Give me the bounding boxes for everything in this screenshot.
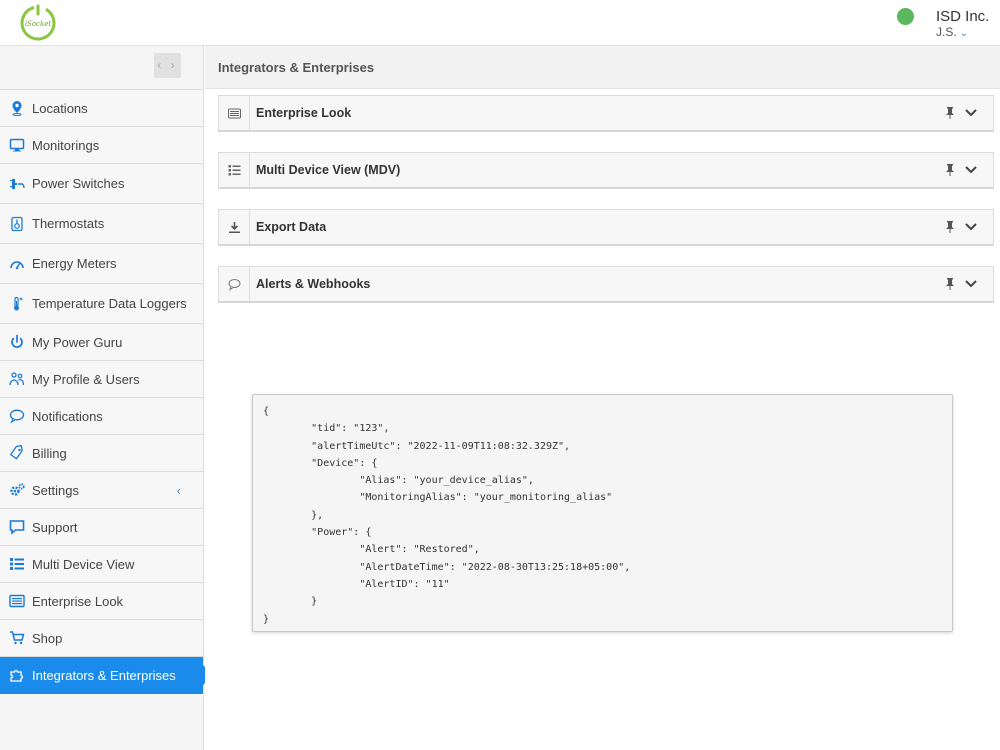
sidebar-item-monitorings[interactable]: Monitorings (0, 127, 203, 164)
panel-title: Alerts & Webhooks (256, 277, 371, 291)
list-icon (219, 153, 250, 187)
monitor-icon (8, 137, 25, 154)
sidebar-collapse-button[interactable]: ‹ › (154, 53, 181, 78)
sidebar-item-notifications[interactable]: Notifications (0, 398, 203, 435)
thermostat-icon (8, 215, 25, 232)
sidebar-item-label: Shop (32, 630, 63, 646)
puzzle-icon (8, 667, 25, 684)
isocket-logo[interactable]: iSocket (19, 4, 57, 42)
sidebar-item-label: Temperature Data Loggers (32, 296, 187, 311)
sidebar-item-label: Notifications (32, 408, 103, 424)
user-menu[interactable]: J.S. ⌄ (936, 25, 968, 39)
panel-title: Export Data (256, 220, 327, 234)
power-icon (8, 334, 25, 351)
panel-enterprise-look[interactable]: Enterprise Look (218, 95, 994, 132)
panel-multi-device-view[interactable]: Multi Device View (MDV) (218, 152, 994, 189)
webhook-json-sample: { "tid": "123", "alertTimeUtc": "2022-11… (252, 394, 953, 632)
sidebar-header: ‹ › (0, 46, 203, 90)
chevron-down-icon[interactable] (964, 221, 978, 233)
sidebar-item-enterprise-look[interactable]: Enterprise Look (0, 583, 203, 620)
chevron-down-icon[interactable] (964, 164, 978, 176)
pin-icon[interactable] (944, 106, 956, 120)
panel-title: Enterprise Look (256, 106, 352, 120)
sidebar: ‹ › Locations Monitorings Power Switches… (0, 46, 213, 750)
sidebar-item-label: My Profile & Users (32, 371, 140, 387)
panel-title: Multi Device View (MDV) (256, 163, 401, 177)
panel-export-data[interactable]: Export Data (218, 209, 994, 246)
pin-icon[interactable] (944, 277, 956, 291)
sidebar-item-label: Settings (32, 482, 79, 498)
pin-icon[interactable] (944, 220, 956, 234)
top-bar: iSocket ISD Inc. J.S. ⌄ (0, 0, 1000, 46)
page-title: Integrators & Enterprises (218, 59, 375, 75)
plug-icon (8, 175, 25, 192)
users-icon (8, 371, 25, 388)
sidebar-item-label: Locations (32, 100, 88, 116)
sidebar-item-my-power-guru[interactable]: My Power Guru (0, 324, 203, 361)
sidebar-item-label: Power Switches (32, 176, 125, 191)
sidebar-item-label: Enterprise Look (32, 593, 124, 609)
chevron-down-icon: ⌄ (959, 28, 969, 39)
sidebar-item-power-switches[interactable]: Power Switches (0, 164, 203, 204)
pin-icon[interactable] (944, 163, 956, 177)
sidebar-item-label: Monitorings (32, 137, 100, 153)
chevron-left-icon[interactable]: ‹ (177, 483, 181, 498)
gears-icon (8, 482, 25, 499)
main-content: Integrators & Enterprises Enterprise Loo… (205, 46, 1000, 750)
sidebar-item-support[interactable]: Support (0, 509, 203, 546)
speech-bubble-icon (219, 267, 250, 301)
cart-icon (8, 630, 25, 647)
sidebar-item-locations[interactable]: Locations (0, 90, 203, 127)
download-icon (219, 210, 250, 244)
sidebar-item-thermostats[interactable]: Thermostats (0, 204, 203, 244)
tag-icon (8, 445, 25, 462)
card-list-icon (8, 593, 25, 610)
chat-icon (8, 519, 25, 536)
sidebar-item-label: My Power Guru (32, 334, 123, 350)
sidebar-item-temperature-data-loggers[interactable]: Temperature Data Loggers (0, 284, 203, 324)
sidebar-item-label: Billing (32, 445, 67, 461)
sidebar-item-billing[interactable]: Billing (0, 435, 203, 472)
sidebar-item-label: Support (32, 519, 78, 535)
speech-bubble-icon (8, 408, 25, 425)
gauge-icon (8, 255, 25, 272)
panel-alerts-webhooks[interactable]: Alerts & Webhooks (218, 266, 994, 303)
thermometer-icon (8, 295, 25, 312)
sidebar-item-settings[interactable]: Settings ‹ (0, 472, 203, 509)
company-name: ISD Inc. (936, 8, 990, 25)
sidebar-item-shop[interactable]: Shop (0, 620, 203, 657)
sidebar-item-label: Thermostats (32, 216, 105, 231)
chevron-down-icon[interactable] (964, 278, 978, 290)
sidebar-item-energy-meters[interactable]: Energy Meters (0, 244, 203, 284)
list-icon (8, 556, 25, 573)
sidebar-item-label: Multi Device View (32, 556, 135, 572)
sidebar-item-multi-device-view[interactable]: Multi Device View (0, 546, 203, 583)
page-header: Integrators & Enterprises (205, 46, 1000, 89)
card-icon (219, 96, 250, 130)
sidebar-item-my-profile-users[interactable]: My Profile & Users (0, 361, 203, 398)
user-initials: J.S. (936, 25, 957, 39)
sidebar-item-label: Integrators & Enterprises (32, 667, 176, 683)
sidebar-item-label: Energy Meters (32, 256, 117, 271)
chevron-down-icon[interactable] (964, 107, 978, 119)
status-indicator (897, 8, 914, 25)
location-pin-icon (8, 100, 25, 117)
logo-text: iSocket (25, 20, 52, 28)
sidebar-item-integrators-enterprises[interactable]: Integrators & Enterprises (0, 657, 213, 694)
